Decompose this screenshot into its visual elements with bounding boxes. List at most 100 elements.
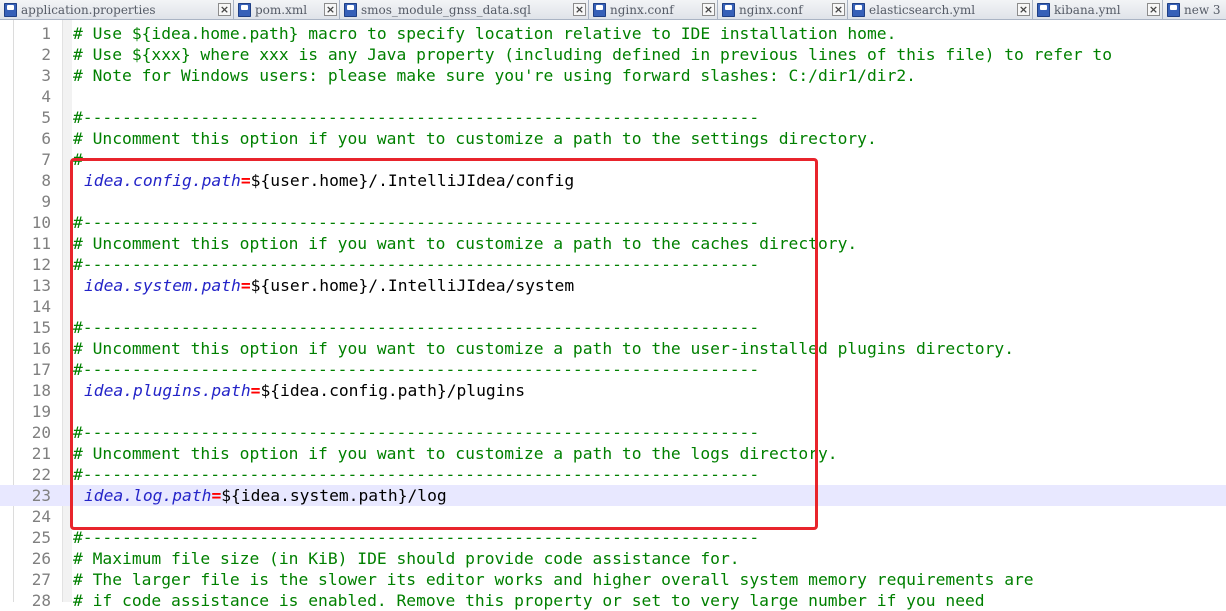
file-icon bbox=[1167, 2, 1180, 17]
tab-label: elasticsearch.yml bbox=[869, 2, 976, 17]
code-line[interactable]: 27 # The larger file is the slower its ed… bbox=[0, 569, 1226, 590]
code-line[interactable]: 25 #-------------------------------------… bbox=[0, 527, 1226, 548]
comment-text: # Uncomment this option if you want to c… bbox=[73, 444, 838, 463]
line-number: 19 bbox=[31, 402, 51, 421]
code-line[interactable]: 22 #-------------------------------------… bbox=[0, 464, 1226, 485]
comment-text: #---------------------------------------… bbox=[73, 255, 760, 274]
comment-text: # Uncomment this option if you want to c… bbox=[73, 339, 1015, 358]
code-line[interactable]: 6 # Uncomment this option if you want to … bbox=[0, 128, 1226, 149]
tab-label: kibana.yml bbox=[1054, 2, 1121, 17]
comment-text: #---------------------------------------… bbox=[73, 360, 760, 379]
line-number: 18 bbox=[31, 381, 51, 400]
line-number: 15 bbox=[31, 318, 51, 337]
tab-label: application.properties bbox=[21, 2, 156, 17]
code-line[interactable]: 17 #-------------------------------------… bbox=[0, 359, 1226, 380]
tab-application-properties[interactable]: application.properties × bbox=[0, 0, 234, 19]
code-line[interactable]: 20 #-------------------------------------… bbox=[0, 422, 1226, 443]
comment-text: # Maximum file size (in KiB) IDE should … bbox=[73, 549, 740, 568]
code-line[interactable]: 28 # if code assistance is enabled. Remov… bbox=[0, 590, 1226, 611]
line-text: # Uncomment this option if you want to c… bbox=[73, 338, 1014, 359]
line-text: # Uncomment this option if you want to c… bbox=[73, 443, 838, 464]
line-number: 9 bbox=[41, 192, 51, 211]
code-line[interactable]: 4 bbox=[0, 86, 1226, 107]
code-line[interactable]: 14 bbox=[0, 296, 1226, 317]
line-number: 5 bbox=[41, 108, 51, 127]
line-number: 10 bbox=[31, 213, 51, 232]
line-number: 14 bbox=[31, 297, 51, 316]
tab-new-3[interactable]: new 3 bbox=[1163, 0, 1226, 19]
comment-text: # Use ${idea.home.path} macro to specify… bbox=[73, 24, 897, 43]
comment-text: # The larger file is the slower its edit… bbox=[73, 570, 1034, 589]
code-line[interactable]: 23 idea.log.path=${idea.system.path}/log bbox=[0, 485, 1226, 506]
line-text: # Use ${xxx} where xxx is any Java prope… bbox=[73, 44, 1112, 65]
file-icon bbox=[1037, 2, 1050, 17]
line-number: 26 bbox=[31, 549, 51, 568]
tab-label: nginx.conf bbox=[610, 2, 674, 17]
line-text: #---------------------------------------… bbox=[73, 212, 759, 233]
line-text: # Maximum file size (in KiB) IDE should … bbox=[73, 548, 740, 569]
code-line[interactable]: 11 # Uncomment this option if you want to… bbox=[0, 233, 1226, 254]
line-number: 1 bbox=[41, 24, 51, 43]
line-text: #---------------------------------------… bbox=[73, 527, 759, 548]
comment-text: #---------------------------------------… bbox=[73, 318, 760, 337]
line-text: #---------------------------------------… bbox=[73, 359, 759, 380]
tab-label: new 3 bbox=[1184, 2, 1221, 17]
line-text: # Use ${idea.home.path} macro to specify… bbox=[73, 23, 896, 44]
line-number: 20 bbox=[31, 423, 51, 442]
code-line[interactable]: 3 # Note for Windows users: please make s… bbox=[0, 65, 1226, 86]
close-icon[interactable]: × bbox=[324, 3, 337, 16]
code-line[interactable]: 10 #-------------------------------------… bbox=[0, 212, 1226, 233]
code-line[interactable]: 18 idea.plugins.path=${idea.config.path}/… bbox=[0, 380, 1226, 401]
line-text: idea.plugins.path=${idea.config.path}/pl… bbox=[84, 380, 525, 401]
code-line[interactable]: 13 idea.system.path=${user.home}/.Intelli… bbox=[0, 275, 1226, 296]
line-text: # Uncomment this option if you want to c… bbox=[73, 128, 877, 149]
tab-bar: application.properties × pom.xml × smos_… bbox=[0, 0, 1226, 20]
close-icon[interactable]: × bbox=[1147, 3, 1160, 16]
tab-smos-module-sql[interactable]: smos_module_gnss_data.sql × bbox=[340, 0, 589, 19]
code-line[interactable]: 1 # Use ${idea.home.path} macro to specif… bbox=[0, 23, 1226, 44]
code-editor[interactable]: 1 # Use ${idea.home.path} macro to specif… bbox=[0, 20, 1226, 610]
tab-label: pom.xml bbox=[255, 2, 308, 17]
tab-pom-xml[interactable]: pom.xml × bbox=[234, 0, 340, 19]
close-icon[interactable]: × bbox=[218, 3, 231, 16]
code-line[interactable]: 26 # Maximum file size (in KiB) IDE shoul… bbox=[0, 548, 1226, 569]
code-line[interactable]: 16 # Uncomment this option if you want to… bbox=[0, 338, 1226, 359]
close-icon[interactable]: × bbox=[832, 3, 845, 16]
code-line[interactable]: 15 #-------------------------------------… bbox=[0, 317, 1226, 338]
code-line[interactable]: 19 bbox=[0, 401, 1226, 422]
code-line[interactable]: 9 bbox=[0, 191, 1226, 212]
close-icon[interactable]: × bbox=[573, 3, 586, 16]
code-line[interactable]: 7 #--------------------------------------… bbox=[0, 149, 1226, 170]
code-line[interactable]: 8 idea.config.path=${user.home}/.IntelliJ… bbox=[0, 170, 1226, 191]
line-number: 17 bbox=[31, 360, 51, 379]
file-icon bbox=[593, 2, 606, 17]
comment-text: #---------------------------------------… bbox=[73, 423, 760, 442]
line-number: 6 bbox=[41, 129, 51, 148]
tab-label: smos_module_gnss_data.sql bbox=[361, 2, 531, 17]
comment-text: #---------------------------------------… bbox=[73, 108, 760, 127]
comment-text: # Uncomment this option if you want to c… bbox=[73, 234, 858, 253]
code-line[interactable]: 2 # Use ${xxx} where xxx is any Java prop… bbox=[0, 44, 1226, 65]
line-text: #---------------------------------------… bbox=[73, 254, 759, 275]
property-key: idea.log.path bbox=[84, 486, 212, 505]
tab-nginx-conf-2[interactable]: nginx.conf × bbox=[718, 0, 848, 19]
line-text: #---------------------------------------… bbox=[73, 107, 759, 128]
file-icon bbox=[344, 2, 357, 17]
code-line[interactable]: 24 bbox=[0, 506, 1226, 527]
line-number: 16 bbox=[31, 339, 51, 358]
line-text: #---------------------------------------… bbox=[73, 464, 759, 485]
tab-elasticsearch-yml[interactable]: elasticsearch.yml × bbox=[848, 0, 1033, 19]
line-number: 25 bbox=[31, 528, 51, 547]
line-text: # if code assistance is enabled. Remove … bbox=[73, 590, 985, 611]
comment-text: #---------------------------------------… bbox=[73, 465, 760, 484]
tab-nginx-conf-1[interactable]: nginx.conf × bbox=[589, 0, 718, 19]
line-number: 28 bbox=[31, 591, 51, 610]
code-line[interactable]: 5 #--------------------------------------… bbox=[0, 107, 1226, 128]
tab-kibana-yml[interactable]: kibana.yml × bbox=[1033, 0, 1163, 19]
close-icon[interactable]: × bbox=[1017, 3, 1030, 16]
line-number: 11 bbox=[31, 234, 51, 253]
comment-text: #---------------------------------------… bbox=[73, 150, 760, 169]
code-line[interactable]: 12 #-------------------------------------… bbox=[0, 254, 1226, 275]
close-icon[interactable]: × bbox=[702, 3, 715, 16]
code-line[interactable]: 21 # Uncomment this option if you want to… bbox=[0, 443, 1226, 464]
